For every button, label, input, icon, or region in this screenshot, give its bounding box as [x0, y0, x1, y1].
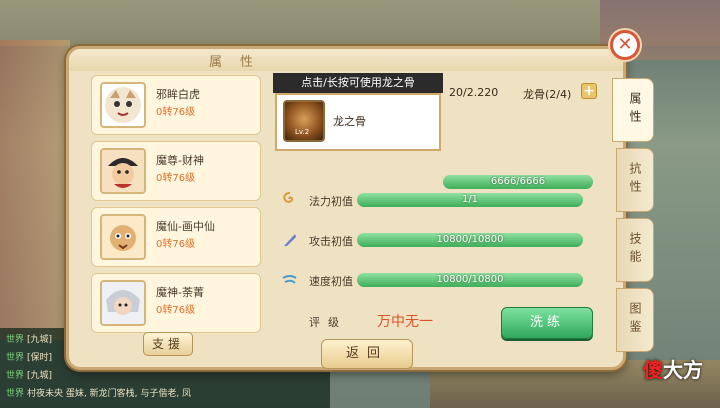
back-button[interactable]: 返回 [321, 339, 413, 369]
tab-codex[interactable]: 图鉴 [616, 288, 654, 352]
hp-bar-text: 6666/6666 [490, 176, 546, 187]
plus-icon[interactable]: + [581, 83, 597, 99]
tab-resistance[interactable]: 抗性 [616, 148, 654, 212]
dragon-bone-hint: 点击/长按可使用龙之骨 [273, 73, 443, 93]
chat-line: 世界 [九城] [6, 335, 53, 345]
watermark-logo: 傻大方 [643, 358, 703, 382]
pet-attribute-panel: 属性 邪眸白虎 0转76级 魔尊-财神 0转76级 魔仙-画中仙 0转76级 魔… [66, 46, 626, 370]
tujing-avatar-icon [100, 280, 146, 326]
chat-line: 世界 [保时] [6, 353, 53, 363]
attack-bar-text: 10800/10800 [436, 234, 504, 245]
dragon-bone-icon: Lv.2 [283, 100, 325, 142]
pet-level: 0转76级 [156, 173, 196, 184]
panel-header: 属性 [69, 49, 623, 71]
stat-label: 攻击初值 [309, 235, 353, 248]
tab-attributes[interactable]: 属性 [612, 78, 654, 142]
pet-list[interactable]: 邪眸白虎 0转76级 魔尊-财神 0转76级 魔仙-画中仙 0转76级 魔神-荼… [91, 73, 261, 335]
grade-label: 评级 [309, 316, 347, 329]
speed-wind-icon [282, 275, 297, 284]
support-button[interactable]: 支援 [143, 332, 193, 356]
dragon-bone-count: 龙骨(2/4) [523, 88, 572, 101]
stat-label: 速度初值 [309, 275, 353, 288]
speed-bar-text: 10800/10800 [436, 274, 504, 285]
hp-bar: 6666/6666 [443, 175, 593, 189]
dragon-bone-level: Lv.2 [295, 128, 310, 136]
dragon-bone-slot[interactable]: 点击/长按可使用龙之骨 Lv.2 龙之骨 [273, 73, 443, 163]
stat-row-mana: 法力初值 1/1 [277, 189, 597, 213]
pet-name: 魔仙-画中仙 [156, 220, 215, 233]
stat-label: 法力初值 [309, 195, 353, 208]
tab-skills[interactable]: 技能 [616, 218, 654, 282]
pet-level: 0转76级 [156, 305, 196, 316]
attack-feather-icon [284, 234, 296, 246]
close-button[interactable]: ✕ [610, 30, 640, 60]
chat-line: 世界 村夜未央 蛋妹, 新龙门客栈, 与子偕老, 凤 [6, 389, 192, 399]
pet-level: 0转76级 [156, 107, 196, 118]
pet-card[interactable]: 邪眸白虎 0转76级 [91, 75, 261, 135]
pet-card[interactable]: 魔尊-财神 0转76级 [91, 141, 261, 201]
left-hud [0, 40, 70, 340]
attribute-detail: 点击/长按可使用龙之骨 Lv.2 龙之骨 20/2.220 龙骨(2/4) + … [267, 73, 599, 369]
panel-title: 属性 [209, 55, 272, 70]
attack-bar: 10800/10800 [357, 233, 583, 247]
pet-card[interactable]: 魔神-荼菁 0转76级 [91, 273, 261, 333]
mana-bar: 1/1 [357, 193, 583, 207]
chat-line: 世界 [九城] [6, 371, 53, 381]
dragon-bone-item[interactable]: Lv.2 龙之骨 [275, 93, 441, 151]
pet-level: 0转76级 [156, 239, 196, 250]
dragon-bone-name: 龙之骨 [333, 115, 366, 128]
stat-row-attack: 攻击初值 10800/10800 [277, 229, 597, 253]
mana-bar-text: 1/1 [461, 194, 479, 205]
speed-bar: 10800/10800 [357, 273, 583, 287]
fortune-god-avatar-icon [100, 148, 146, 194]
pet-name: 魔神-荼菁 [156, 286, 204, 299]
mana-swirl-icon [283, 192, 294, 203]
exp-value: 20/2.220 [449, 86, 499, 99]
tiger-avatar-icon [100, 82, 146, 128]
pet-name: 邪眸白虎 [156, 88, 200, 101]
stat-row-speed: 速度初值 10800/10800 [277, 269, 597, 293]
grade-value: 万中无一 [377, 314, 433, 330]
wash-button[interactable]: 洗练 [501, 307, 593, 339]
pet-name: 魔尊-财神 [156, 154, 204, 167]
pet-card[interactable]: 魔仙-画中仙 0转76级 [91, 207, 261, 267]
painting-immortal-avatar-icon [100, 214, 146, 260]
